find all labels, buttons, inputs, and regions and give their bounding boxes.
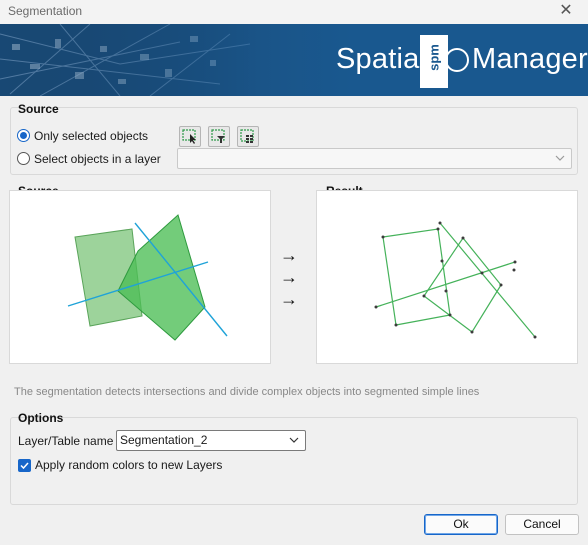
random-colors-checkbox[interactable]	[18, 459, 31, 472]
select-in-layer-radio[interactable]	[17, 152, 30, 165]
select-grid-button[interactable]	[237, 126, 259, 147]
chevron-down-icon	[555, 155, 565, 161]
select-filter-button[interactable]	[208, 126, 230, 147]
chevron-down-icon	[289, 437, 299, 443]
logo-manager-text: Manager	[472, 43, 588, 75]
layer-table-name-select[interactable]: Segmentation_2	[116, 430, 306, 451]
source-preview-graphic	[67, 214, 228, 341]
select-in-layer-label[interactable]: Select objects in a layer	[34, 152, 161, 166]
random-colors-label[interactable]: Apply random colors to new Layers	[35, 458, 222, 472]
spm-logo-text: spm	[426, 44, 442, 71]
arrow-glyph: →	[280, 267, 298, 287]
result-preview-graphic	[374, 221, 537, 339]
only-selected-radio[interactable]	[17, 129, 30, 142]
layer-table-name-label: Layer/Table name	[18, 434, 114, 448]
ok-button[interactable]: Ok	[424, 514, 498, 535]
checkmark-icon	[20, 462, 29, 470]
select-objects-icon	[182, 129, 196, 144]
window-title: Segmentation	[8, 4, 83, 18]
transform-arrows: → → →	[280, 244, 298, 310]
arrow-glyph: →	[280, 245, 298, 265]
only-selected-label[interactable]: Only selected objects	[34, 129, 148, 143]
close-icon[interactable]: ✕	[556, 0, 576, 24]
layer-table-name-value: Segmentation_2	[120, 433, 208, 447]
result-preview-panel	[316, 190, 578, 364]
select-grid-icon	[240, 129, 254, 143]
select-objects-button[interactable]	[179, 126, 201, 147]
logo-spatial-text: Spatial	[336, 43, 427, 75]
arrow-glyph: →	[280, 289, 298, 309]
globe-icon	[445, 48, 469, 72]
header-banner: Spatial spm Manager	[0, 24, 588, 96]
options-group-title: Options	[18, 411, 64, 425]
source-group-title: Source	[18, 102, 59, 116]
cancel-button[interactable]: Cancel	[505, 514, 579, 535]
layer-select[interactable]	[177, 148, 572, 169]
description-text: The segmentation detects intersections a…	[14, 386, 480, 398]
title-bar: Segmentation ✕	[0, 0, 588, 24]
select-filter-icon	[211, 129, 225, 143]
source-preview-panel	[9, 190, 271, 364]
